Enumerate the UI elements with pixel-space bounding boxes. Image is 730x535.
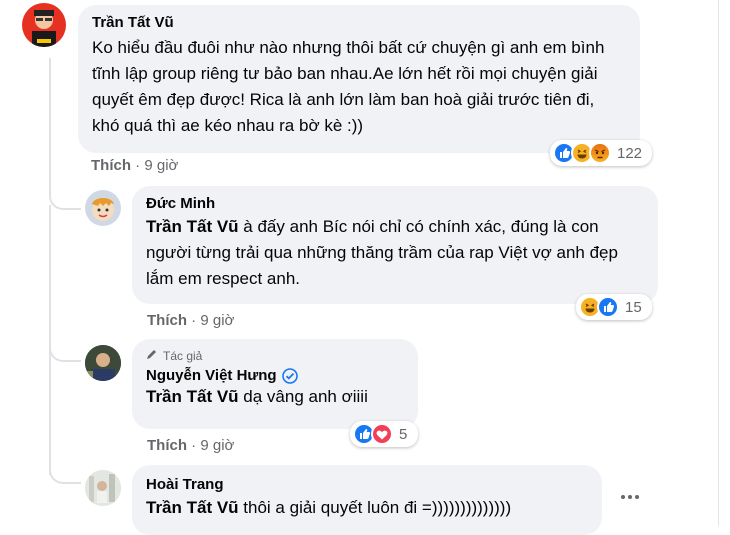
thread-connector <box>49 330 81 362</box>
comment-bubble: Đức Minh Trần Tất Vũ à đấy anh Bíc nói c… <box>132 186 658 304</box>
avatar[interactable] <box>85 190 121 226</box>
avatar[interactable] <box>22 3 66 47</box>
comment-bubble: Trần Tất Vũ Ko hiểu đầu đuôi như nào như… <box>78 5 640 153</box>
like-button[interactable]: Thích <box>147 437 187 454</box>
thread-connector <box>49 460 81 484</box>
separator: · <box>191 312 197 329</box>
verified-icon <box>281 367 298 384</box>
comment-time[interactable]: 9 giờ <box>144 157 178 174</box>
comment-bubble: Tác giả Nguyễn Việt Hưng Trần Tất Vũ dạ … <box>132 339 418 429</box>
reaction-summary[interactable]: 5 <box>350 421 418 447</box>
comment-bubble: Hoài Trang Trần Tất Vũ thôi a giải quyết… <box>132 465 602 535</box>
comment-time[interactable]: 9 giờ <box>200 437 234 454</box>
love-reaction-icon <box>371 423 393 445</box>
separator: · <box>191 437 197 454</box>
like-button[interactable]: Thích <box>147 312 187 329</box>
comment-author[interactable]: Nguyễn Việt Hưng <box>146 367 277 384</box>
comment-text: Trần Tất Vũ à đấy anh Bíc nói chỉ có chí… <box>146 214 644 292</box>
comment-actions: Thích · 9 giờ <box>147 312 234 329</box>
comment-text: Trần Tất Vũ dạ vâng anh ơiiii <box>146 384 404 410</box>
comment-body: thôi a giải quyết luôn đi =)))))))))))))… <box>238 498 512 517</box>
angry-reaction-icon <box>589 142 611 164</box>
mention-link[interactable]: Trần Tất Vũ <box>146 498 239 517</box>
avatar[interactable] <box>85 470 121 506</box>
comment-author[interactable]: Hoài Trang <box>146 476 588 493</box>
comment-text: Ko hiểu đầu đuôi như nào nhưng thôi bất … <box>92 38 605 135</box>
pencil-icon <box>146 348 158 363</box>
reaction-count: 122 <box>617 144 643 162</box>
reaction-count: 5 <box>399 425 408 443</box>
reaction-summary[interactable]: 122 <box>550 140 652 166</box>
mention-link[interactable]: Trần Tất Vũ <box>146 387 239 406</box>
scrollbar-track[interactable] <box>718 0 730 526</box>
author-badge: Tác giả <box>146 348 404 363</box>
comment-actions: Thích · 9 giờ <box>91 157 178 174</box>
comment-author-row: Nguyễn Việt Hưng <box>146 367 404 384</box>
like-reaction-icon <box>597 296 619 318</box>
avatar[interactable] <box>85 345 121 381</box>
comment-author[interactable]: Đức Minh <box>146 195 644 212</box>
like-button[interactable]: Thích <box>91 157 131 174</box>
thread-connector <box>49 150 81 210</box>
reaction-summary[interactable]: 15 <box>576 294 652 320</box>
mention-link[interactable]: Trần Tất Vũ <box>146 217 239 236</box>
separator: · <box>135 157 141 174</box>
more-horizontal-icon[interactable] <box>618 489 642 505</box>
comment-time[interactable]: 9 giờ <box>200 312 234 329</box>
author-badge-label: Tác giả <box>163 348 203 363</box>
reaction-count: 15 <box>625 298 642 316</box>
comment-author[interactable]: Trần Tất Vũ <box>92 14 626 31</box>
comment-text: Trần Tất Vũ thôi a giải quyết luôn đi =)… <box>146 495 588 521</box>
comment-actions: Thích · 9 giờ <box>147 437 234 454</box>
thread-line <box>49 58 51 158</box>
comment-body: dạ vâng anh ơiiii <box>238 387 368 406</box>
